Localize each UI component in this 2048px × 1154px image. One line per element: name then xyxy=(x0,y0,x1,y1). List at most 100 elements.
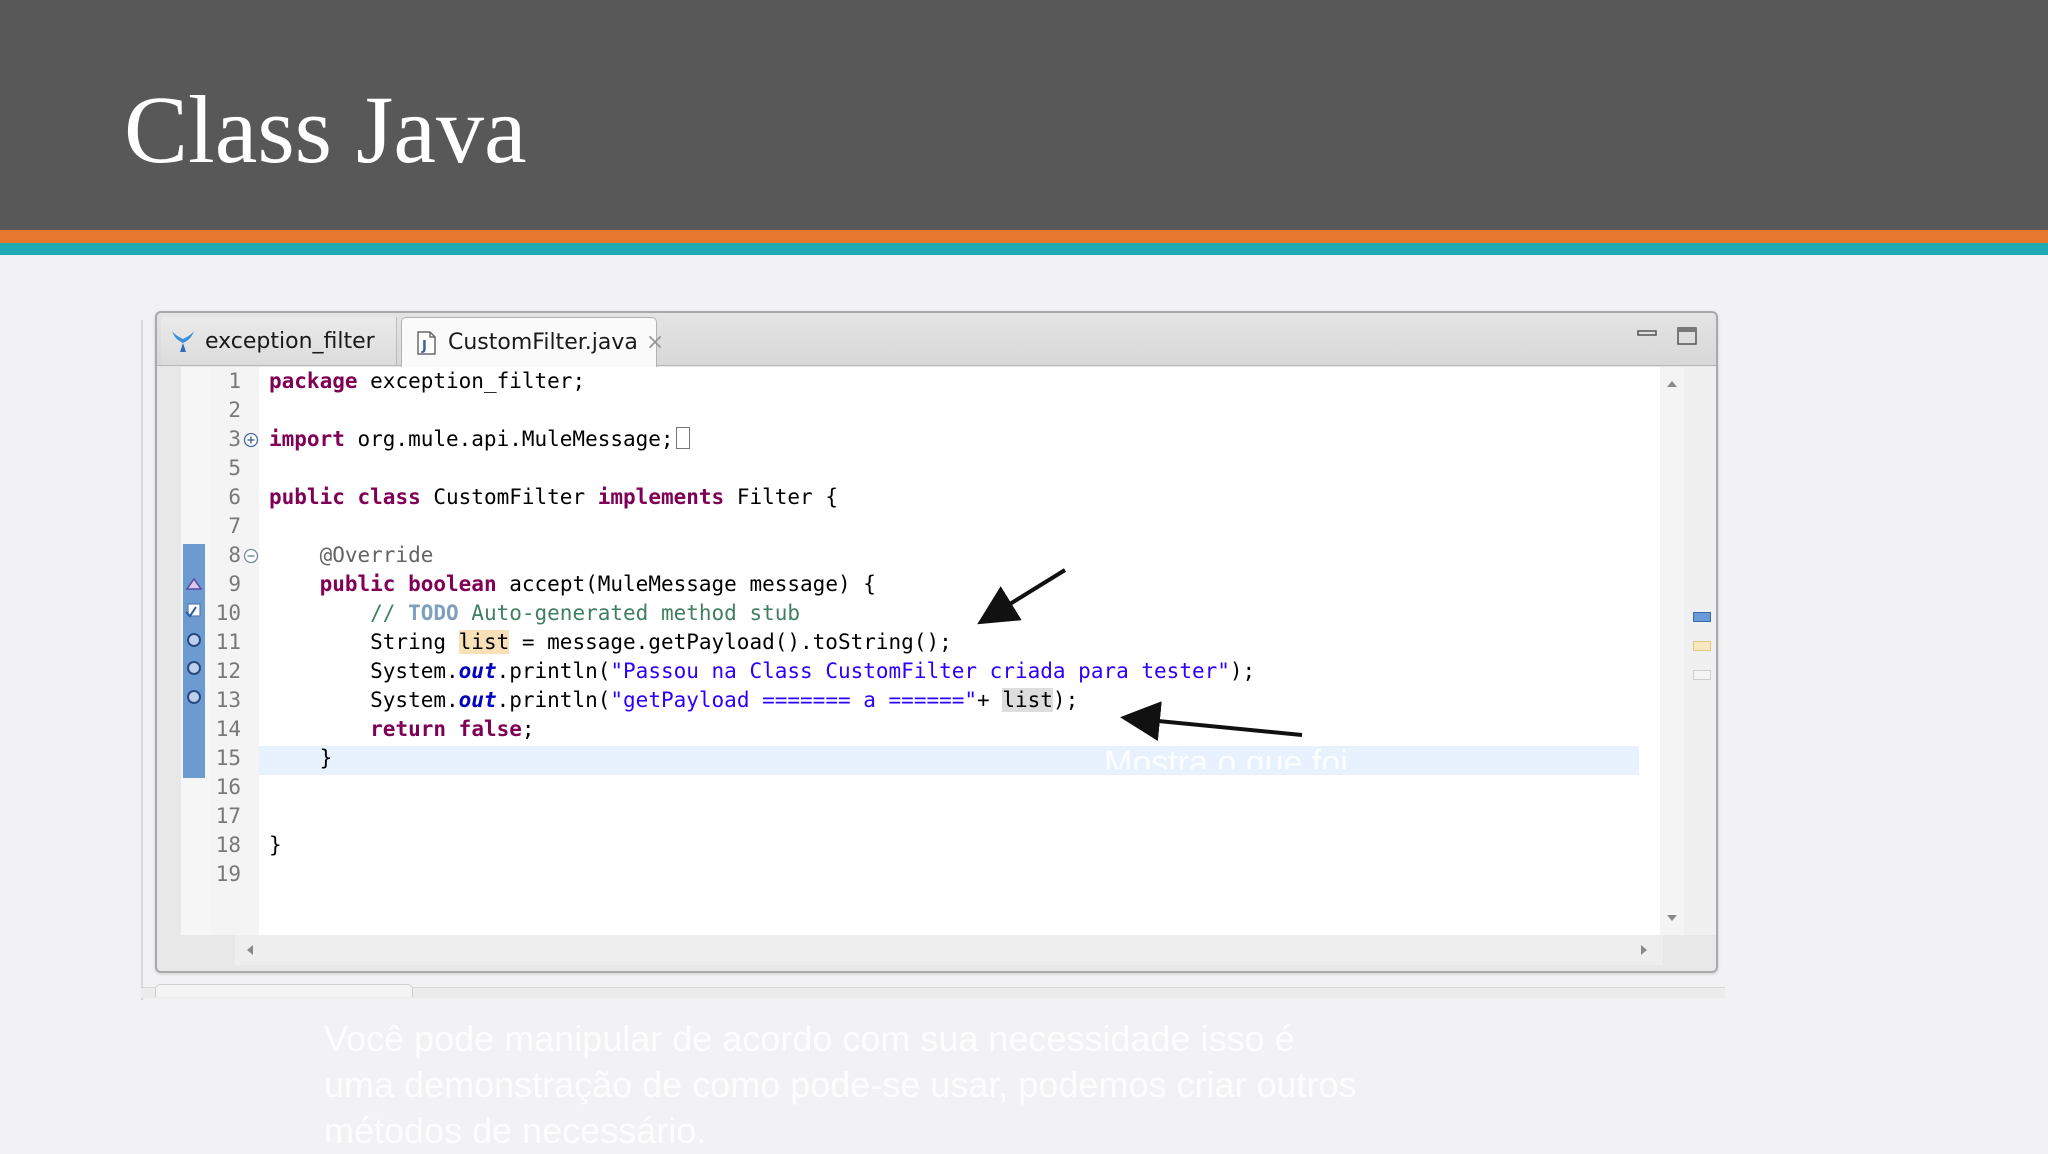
static-field: out xyxy=(458,688,497,712)
occurrence-marker-icon xyxy=(187,633,201,647)
tab-customfilter-java[interactable]: J CustomFilter.java × xyxy=(401,317,664,367)
string-literal: "Passou na Class CustomFilter criada par… xyxy=(610,659,1230,683)
variable-occurrence: list xyxy=(1002,688,1053,712)
code-line: System.out.println("Passou na Class Cust… xyxy=(269,657,1255,686)
overview-mark[interactable] xyxy=(1693,641,1711,651)
line-number: 19 xyxy=(215,862,241,886)
keyword: false xyxy=(458,717,522,741)
maximize-icon[interactable] xyxy=(1674,323,1700,349)
keyword: import xyxy=(269,427,345,451)
line-number: 17 xyxy=(215,804,241,828)
scroll-down-icon[interactable] xyxy=(1666,913,1678,923)
bottom-panel-tab[interactable] xyxy=(155,984,413,997)
editor-tab-bar: exception_filter J CustomFilter.java × xyxy=(157,313,1716,367)
code-line: import org.mule.api.MuleMessage; xyxy=(269,425,690,454)
line-number: 15 xyxy=(215,746,241,770)
occurrence-marker-icon xyxy=(187,690,201,704)
line-number: 1 xyxy=(228,369,241,393)
todo-tag: TODO xyxy=(408,601,459,625)
line-number: 2 xyxy=(228,398,241,422)
static-field: out xyxy=(458,659,497,683)
code-line: // TODO Auto-generated method stub xyxy=(269,599,800,628)
slide-caption: Você pode manipular de acordo com sua ne… xyxy=(324,1016,1504,1154)
code-line: } xyxy=(269,746,333,770)
line-number: 14 xyxy=(215,717,241,741)
caption-line: Você pode manipular de acordo com sua ne… xyxy=(324,1018,1295,1059)
line-number-ruler: 1 2 3 5 6 7 8 9 10 11 12 13 14 15 16 17 … xyxy=(211,367,259,935)
code-line: package exception_filter; xyxy=(269,367,585,396)
line-number: 9 xyxy=(228,572,241,596)
code-line: @Override xyxy=(269,543,434,567)
override-marker-icon xyxy=(185,577,203,590)
marker-gutter xyxy=(181,367,211,935)
code-line: System.out.println("getPayload ======= a… xyxy=(269,686,1078,715)
string-literal: "getPayload ======= a ======" xyxy=(610,688,978,712)
horizontal-scrollbar[interactable] xyxy=(235,935,1663,965)
current-line-highlight xyxy=(259,746,1639,775)
scroll-up-icon[interactable] xyxy=(1666,379,1678,389)
vertical-scrollbar[interactable] xyxy=(1660,367,1684,935)
keyword: boolean xyxy=(408,572,497,596)
line-number: 11 xyxy=(215,630,241,654)
code-text: .println( xyxy=(496,659,611,683)
keyword: implements xyxy=(597,485,725,509)
occurrence-marker-icon xyxy=(187,661,201,675)
code-text: ); xyxy=(1052,688,1079,712)
line-number: 10 xyxy=(215,601,241,625)
code-line: } xyxy=(269,833,282,857)
overview-mark[interactable] xyxy=(1693,612,1711,622)
task-marker-icon xyxy=(185,603,201,618)
keyword: public xyxy=(269,485,345,509)
keyword: package xyxy=(269,369,358,393)
slide-title: Class Java xyxy=(124,76,527,183)
tab-label: CustomFilter.java xyxy=(448,330,638,355)
line-number: 8 xyxy=(228,543,241,567)
line-number: 5 xyxy=(228,456,241,480)
fold-expand-icon[interactable] xyxy=(243,432,259,448)
line-number: 3 xyxy=(228,427,241,451)
close-icon[interactable]: × xyxy=(646,331,664,354)
line-number: 7 xyxy=(228,514,241,538)
overview-mark[interactable] xyxy=(1693,670,1711,680)
svg-text:J: J xyxy=(421,339,427,354)
code-line: public class CustomFilter implements Fil… xyxy=(269,483,838,512)
code-text: System. xyxy=(269,688,459,712)
header-stripe-orange xyxy=(0,230,2048,243)
code-text: System. xyxy=(269,659,459,683)
mule-project-icon xyxy=(172,331,194,352)
scroll-right-icon[interactable] xyxy=(1639,944,1649,956)
line-number: 13 xyxy=(215,688,241,712)
code-text: ; xyxy=(521,717,535,741)
keyword: public xyxy=(319,572,396,596)
overview-ruler xyxy=(1684,367,1716,935)
window-edge xyxy=(141,320,143,1000)
header-stripe-teal xyxy=(0,243,2048,255)
editor-window: exception_filter J CustomFilter.java × 1… xyxy=(155,311,1718,973)
minimize-icon[interactable] xyxy=(1634,323,1660,349)
line-number: 6 xyxy=(228,485,241,509)
line-number: 18 xyxy=(215,833,241,857)
code-text: CustomFilter xyxy=(420,485,598,509)
java-file-icon: J xyxy=(417,330,436,355)
code-text: = message.getPayload().toString(); xyxy=(509,630,952,654)
comment: Auto-generated method stub xyxy=(458,601,801,625)
code-text: Filter { xyxy=(724,485,838,509)
code-editor[interactable]: 1 2 3 5 6 7 8 9 10 11 12 13 14 15 16 17 … xyxy=(181,367,1663,935)
line-number: 12 xyxy=(215,659,241,683)
code-text: org.mule.api.MuleMessage; xyxy=(344,427,674,451)
line-number: 16 xyxy=(215,775,241,799)
code-text: + xyxy=(977,688,1003,712)
code-text: exception_filter; xyxy=(357,369,586,393)
tab-exception-filter[interactable]: exception_filter xyxy=(161,317,397,365)
scroll-left-icon[interactable] xyxy=(245,944,255,956)
fold-collapse-icon[interactable] xyxy=(243,548,259,564)
code-text: .println( xyxy=(496,688,611,712)
folded-region-icon[interactable] xyxy=(675,427,690,449)
keyword: return xyxy=(370,717,447,741)
code-text: accept(MuleMessage message) { xyxy=(496,572,876,596)
code-text: ); xyxy=(1229,659,1256,683)
caption-line: métodos de necessário. xyxy=(324,1110,707,1151)
code-line: String list = message.getPayload().toStr… xyxy=(269,628,952,657)
code-text: String xyxy=(269,630,459,654)
code-line: public boolean accept(MuleMessage messag… xyxy=(269,570,876,599)
